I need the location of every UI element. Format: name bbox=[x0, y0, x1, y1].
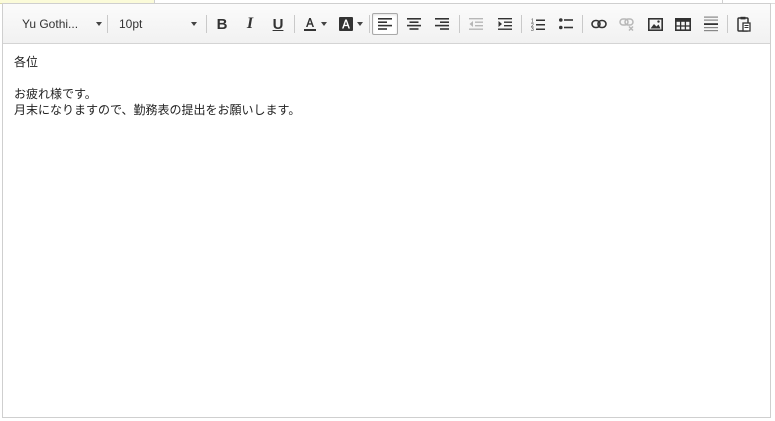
underline-button[interactable]: U bbox=[266, 13, 290, 35]
italic-icon: I bbox=[246, 15, 254, 32]
body-line: お疲れ様です。 bbox=[14, 87, 97, 101]
unlink-icon bbox=[619, 18, 634, 31]
remove-link-button[interactable] bbox=[615, 13, 639, 35]
insert-table-button[interactable] bbox=[671, 13, 695, 35]
align-center-button[interactable] bbox=[402, 13, 426, 35]
outdent-button[interactable] bbox=[464, 13, 488, 35]
horizontal-rule-icon bbox=[704, 16, 718, 32]
align-left-button[interactable] bbox=[372, 13, 398, 35]
toolbar-divider bbox=[727, 15, 728, 33]
insert-image-button[interactable] bbox=[643, 13, 667, 35]
font-family-value: Yu Gothi... bbox=[22, 17, 79, 31]
underline-icon: U bbox=[272, 15, 284, 33]
align-right-icon bbox=[435, 18, 449, 30]
image-icon bbox=[647, 17, 663, 31]
text-color-icon bbox=[303, 18, 316, 31]
font-size-value: 10pt bbox=[119, 17, 143, 31]
ordered-list-icon: 1 2 3 bbox=[531, 18, 545, 31]
toolbar-divider bbox=[206, 15, 207, 33]
editor-toolbar: Yu Gothi... 10pt B I U 1 2 3 bbox=[3, 4, 770, 44]
svg-text:3: 3 bbox=[531, 27, 534, 31]
insert-link-button[interactable] bbox=[587, 13, 611, 35]
unordered-list-button[interactable] bbox=[554, 13, 578, 35]
align-center-icon bbox=[407, 18, 421, 30]
align-right-button[interactable] bbox=[430, 13, 454, 35]
link-icon bbox=[591, 19, 607, 29]
chevron-down-icon bbox=[356, 22, 363, 26]
indent-button[interactable] bbox=[493, 13, 517, 35]
table-icon bbox=[675, 17, 691, 31]
paste-button[interactable] bbox=[732, 13, 756, 35]
toolbar-divider bbox=[459, 15, 460, 33]
outdent-icon bbox=[469, 18, 483, 30]
font-family-select[interactable]: Yu Gothi... bbox=[22, 15, 102, 33]
body-line bbox=[14, 70, 760, 86]
rich-text-editor: Yu Gothi... 10pt B I U 1 2 3 各位 お疲れ様です。 … bbox=[2, 3, 771, 418]
unordered-list-icon bbox=[559, 18, 573, 30]
body-line: 月末になりますので、勤務表の提出をお願いします。 bbox=[14, 103, 301, 117]
toolbar-divider bbox=[294, 15, 295, 33]
text-color-button[interactable] bbox=[300, 13, 328, 35]
ordered-list-button[interactable]: 1 2 3 bbox=[526, 13, 550, 35]
toolbar-divider bbox=[521, 15, 522, 33]
font-size-select[interactable]: 10pt bbox=[119, 15, 197, 33]
italic-button[interactable]: I bbox=[238, 13, 262, 35]
background-color-button[interactable] bbox=[336, 13, 364, 35]
background-color-icon bbox=[338, 17, 353, 31]
bold-button[interactable]: B bbox=[210, 13, 234, 35]
paste-icon bbox=[737, 16, 751, 32]
toolbar-divider bbox=[582, 15, 583, 33]
body-line: 各位 bbox=[14, 55, 39, 69]
toolbar-divider bbox=[107, 15, 108, 33]
align-left-icon bbox=[378, 18, 392, 30]
chevron-down-icon bbox=[96, 22, 102, 26]
chevron-down-icon bbox=[191, 22, 197, 26]
bold-icon: B bbox=[216, 15, 228, 33]
toolbar-divider bbox=[369, 15, 370, 33]
horizontal-rule-button[interactable] bbox=[699, 13, 723, 35]
indent-icon bbox=[498, 18, 512, 30]
chevron-down-icon bbox=[320, 22, 327, 26]
editor-content[interactable]: 各位 お疲れ様です。 月末になりますので、勤務表の提出をお願いします。 bbox=[14, 54, 760, 118]
